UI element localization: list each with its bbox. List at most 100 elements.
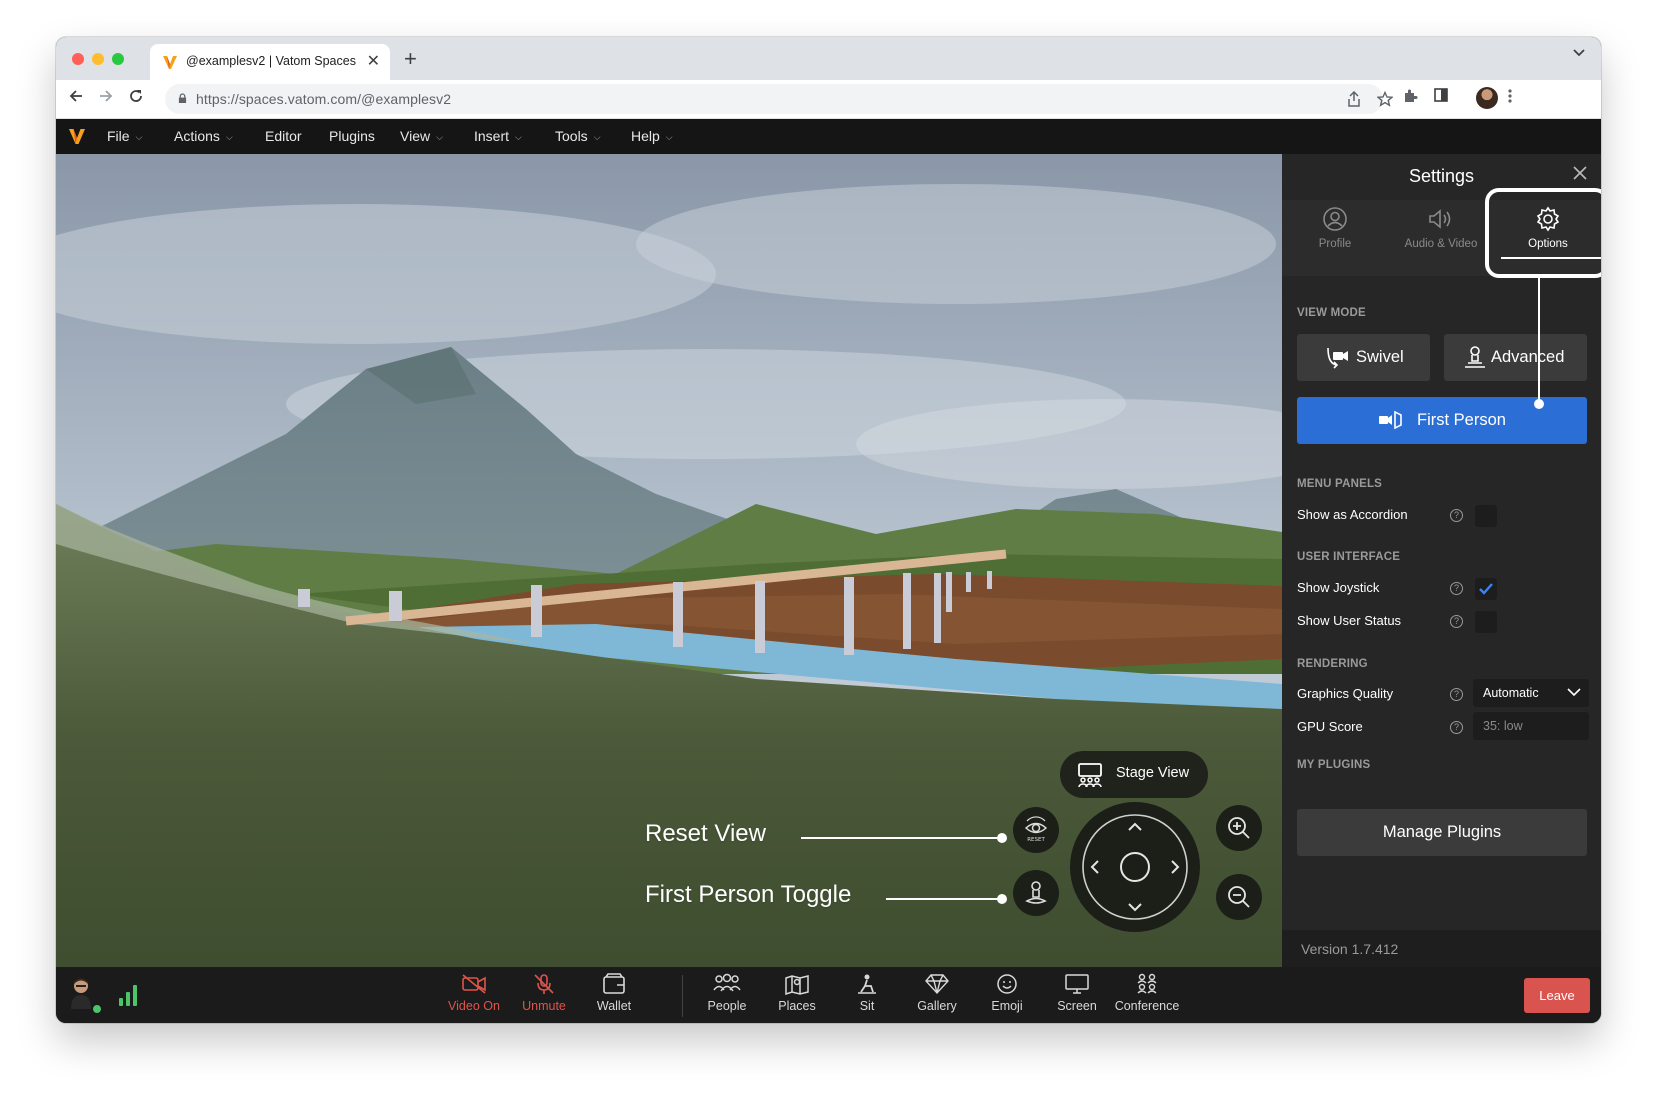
browser-toolbar: https://spaces.vatom.com/@examplesv2: [56, 80, 1601, 119]
help-icon[interactable]: ?: [1450, 721, 1463, 734]
show-user-status-checkbox[interactable]: [1475, 611, 1497, 633]
screen-button[interactable]: Screen: [1042, 973, 1112, 1013]
tab-profile[interactable]: Profile: [1282, 206, 1388, 250]
people-button[interactable]: People: [692, 973, 762, 1013]
help-icon[interactable]: ?: [1450, 582, 1463, 595]
extensions-icon[interactable]: [1402, 88, 1418, 104]
reset-view-button[interactable]: RESET: [1013, 807, 1059, 853]
reset-icon-text: RESET: [1027, 837, 1045, 843]
menu-plugins-label: Plugins: [329, 128, 375, 144]
forward-icon[interactable]: [98, 88, 114, 104]
online-status-dot: [92, 1004, 102, 1014]
unmute-button[interactable]: Unmute: [509, 973, 579, 1013]
help-icon[interactable]: ?: [1450, 509, 1463, 522]
tab-close-icon[interactable]: ✕: [367, 51, 380, 71]
gallery-label: Gallery: [917, 999, 957, 1013]
screen-icon: [1065, 974, 1089, 994]
video-on-button[interactable]: Video On: [439, 973, 509, 1013]
bookmark-star-icon[interactable]: [1377, 91, 1393, 107]
url-path: /@examplesv2: [357, 91, 452, 107]
joystick[interactable]: [1070, 802, 1200, 932]
side-panel-icon[interactable]: [1434, 88, 1448, 102]
menu-insert-label: Insert: [474, 128, 510, 144]
first-person-toggle-button[interactable]: [1013, 870, 1059, 916]
signal-strength-icon: [119, 985, 137, 1006]
show-joystick-checkbox[interactable]: [1475, 578, 1497, 600]
swivel-button[interactable]: Swivel: [1297, 334, 1430, 381]
leave-button[interactable]: Leave: [1524, 978, 1590, 1013]
graphics-quality-select[interactable]: Automatic: [1473, 679, 1589, 707]
annotation-reset-dot: [997, 833, 1007, 843]
toolbar-divider: [682, 975, 683, 1017]
menu-insert[interactable]: Insert ⌵: [474, 128, 522, 144]
back-icon[interactable]: [68, 88, 84, 104]
bottom-toolbar: Video On Unmute Wallet People Places Sit…: [56, 967, 1601, 1023]
new-tab-button[interactable]: +: [404, 46, 417, 72]
close-icon[interactable]: [1571, 164, 1589, 182]
show-joystick-label: Show Joystick: [1297, 580, 1380, 595]
browser-tab[interactable]: @examplesv2 | Vatom Spaces ✕: [150, 44, 390, 80]
show-as-accordion-checkbox[interactable]: [1475, 505, 1497, 527]
3d-viewport[interactable]: Stage View RESET Reset View First Person…: [56, 154, 1282, 967]
people-label: People: [707, 999, 747, 1013]
wallet-button[interactable]: Wallet: [579, 973, 649, 1013]
section-user-interface: USER INTERFACE: [1297, 551, 1401, 563]
chevron-down-icon: ⌵: [225, 132, 233, 142]
reset-eye-icon: RESET: [1024, 816, 1048, 843]
help-icon[interactable]: ?: [1450, 615, 1463, 628]
tab-audio-video[interactable]: Audio & Video: [1388, 206, 1494, 250]
speaker-icon: [1429, 209, 1451, 229]
advanced-button[interactable]: Advanced: [1444, 334, 1587, 381]
browser-menu-icon[interactable]: [1508, 88, 1512, 104]
minimize-window-button[interactable]: [92, 53, 104, 65]
user-avatar[interactable]: [68, 977, 94, 1009]
advanced-label: Advanced: [1491, 348, 1565, 366]
gpu-score-field: 35: low: [1473, 712, 1589, 740]
annotation-first-person-dot: [997, 894, 1007, 904]
menu-view-label: View: [400, 128, 431, 144]
zoom-in-button[interactable]: [1216, 805, 1262, 851]
zoom-out-button[interactable]: [1216, 874, 1262, 920]
sit-button[interactable]: Sit: [832, 973, 902, 1013]
sit-icon: [858, 974, 876, 994]
menu-file[interactable]: File ⌵: [107, 128, 142, 144]
chevron-down-icon: ⌵: [665, 132, 673, 142]
reload-icon[interactable]: [128, 88, 144, 104]
conference-button[interactable]: Conference: [1112, 973, 1182, 1013]
browser-window: @examplesv2 | Vatom Spaces ✕ + https://s…: [56, 37, 1601, 1023]
tab-title: @examplesv2 | Vatom Spaces: [186, 54, 356, 68]
conference-label: Conference: [1114, 999, 1180, 1013]
gpu-score-value: 35: low: [1483, 719, 1523, 733]
help-icon[interactable]: ?: [1450, 688, 1463, 701]
address-bar[interactable]: https://spaces.vatom.com/@examplesv2: [165, 84, 1393, 114]
places-button[interactable]: Places: [762, 973, 832, 1013]
menu-view[interactable]: View ⌵: [400, 128, 443, 144]
menu-editor-label: Editor: [265, 128, 302, 144]
gallery-icon: [925, 974, 949, 995]
conference-icon: [1137, 973, 1157, 994]
maximize-window-button[interactable]: [112, 53, 124, 65]
tab-search-chevron-icon[interactable]: [1573, 49, 1585, 57]
version-text: Version 1.7.412: [1301, 941, 1399, 957]
menu-plugins[interactable]: Plugins: [329, 128, 375, 144]
share-icon[interactable]: [1347, 91, 1361, 107]
url-text: https://spaces.vatom.com/@examplesv2: [196, 91, 451, 107]
stage-view-button[interactable]: Stage View: [1060, 751, 1208, 798]
menu-tools[interactable]: Tools ⌵: [555, 128, 601, 144]
browser-profile-avatar[interactable]: [1476, 87, 1498, 109]
menu-editor[interactable]: Editor: [265, 128, 302, 144]
emoji-button[interactable]: Emoji: [972, 973, 1042, 1013]
swivel-label: Swivel: [1356, 348, 1404, 366]
gpu-score-label: GPU Score: [1297, 719, 1363, 734]
close-window-button[interactable]: [72, 53, 84, 65]
settings-footer: Version 1.7.412: [1282, 930, 1601, 967]
manage-plugins-button[interactable]: Manage Plugins: [1297, 809, 1587, 856]
lock-icon: [178, 93, 187, 103]
menu-help[interactable]: Help ⌵: [631, 128, 673, 144]
menu-actions[interactable]: Actions ⌵: [174, 128, 233, 144]
show-as-accordion-label: Show as Accordion: [1297, 507, 1408, 522]
vatom-logo-icon[interactable]: [68, 127, 86, 145]
places-label: Places: [778, 999, 816, 1013]
gallery-button[interactable]: Gallery: [902, 973, 972, 1013]
chevron-down-icon: ⌵: [593, 132, 601, 142]
